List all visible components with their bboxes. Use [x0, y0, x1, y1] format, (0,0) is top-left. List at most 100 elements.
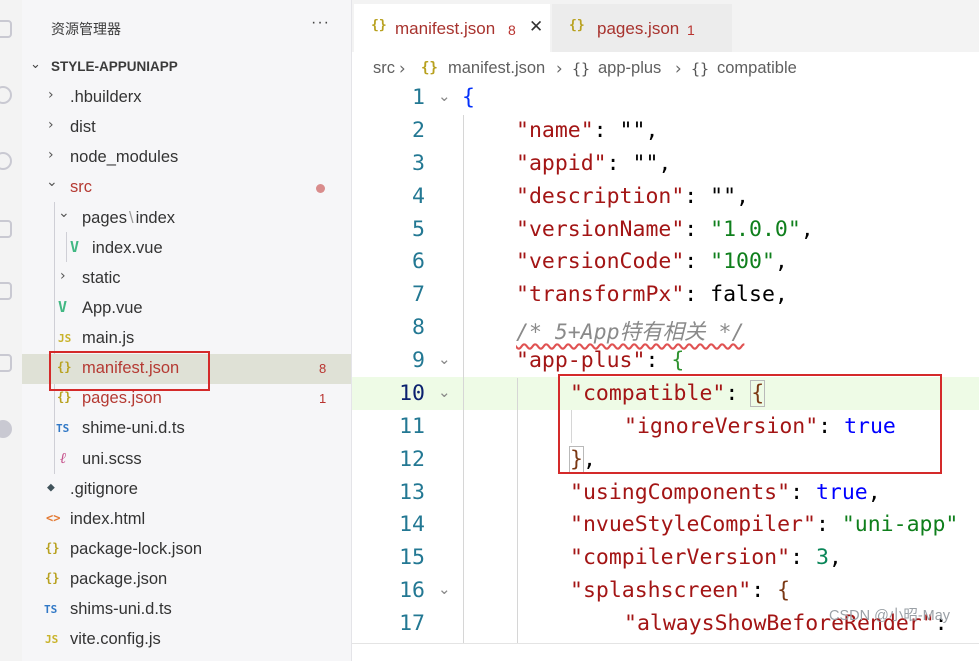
- code-text: "nvueStyleCompiler": "uni-app": [570, 512, 959, 537]
- code-text: "splashscreen": {: [570, 578, 791, 603]
- code-line[interactable]: 14 "nvueStyleCompiler": "uni-app": [352, 509, 979, 542]
- chevron-right-icon: ›: [48, 117, 54, 133]
- account-icon[interactable]: [0, 354, 12, 372]
- run-icon[interactable]: [0, 220, 12, 238]
- tree-item-label: node_modules: [70, 148, 179, 166]
- tree-file-index-vue[interactable]: V index.vue: [22, 234, 351, 264]
- chevron-right-icon: ›: [48, 147, 54, 163]
- tree-file-app-vue[interactable]: V App.vue: [22, 294, 351, 324]
- tree-folder-static[interactable]: › static: [22, 264, 351, 294]
- line-number: 10: [399, 381, 425, 406]
- code-line[interactable]: 2 "name": "",: [352, 115, 979, 148]
- tree-file-uni-scss[interactable]: ℓ uni.scss: [22, 445, 351, 475]
- tree-folder-dist[interactable]: › dist: [22, 113, 351, 143]
- close-icon[interactable]: ✕: [529, 17, 543, 37]
- object-icon: {}: [572, 60, 591, 78]
- code-text: "app-plus": {: [516, 348, 685, 373]
- tree-item-label: package-lock.json: [70, 540, 203, 558]
- tree-item-label: shime-uni.d.ts: [82, 419, 185, 437]
- tree-item-label: App.vue: [82, 299, 143, 317]
- tree-file-shime-uni-d-ts[interactable]: TS shime-uni.d.ts: [22, 414, 351, 444]
- activity-bar: [0, 0, 22, 661]
- line-number: 2: [412, 118, 425, 143]
- tree-file-gitignore[interactable]: ◆ .gitignore: [22, 475, 351, 505]
- tab-manifest-json[interactable]: {} manifest.json 8 ✕: [354, 4, 550, 52]
- tab-label: manifest.json: [395, 19, 496, 38]
- breadcrumb-file[interactable]: manifest.json: [448, 59, 545, 78]
- json-icon: {}: [421, 60, 438, 76]
- line-number: 13: [399, 480, 425, 505]
- watermark: CSDN @小昭-May: [829, 608, 951, 624]
- explorer-panel: 资源管理器 ··· ⌄ STYLE-APPUNIAPP › .hbuilderx…: [22, 0, 352, 661]
- json-icon: {}: [371, 18, 387, 33]
- tree-file-package-lock-json[interactable]: {} package-lock.json: [22, 535, 351, 565]
- more-actions-icon[interactable]: ···: [311, 14, 330, 32]
- fold-chevron-icon[interactable]: ⌄: [438, 383, 451, 401]
- object-icon: {}: [691, 60, 710, 78]
- javascript-icon: JS: [45, 633, 59, 646]
- files-icon[interactable]: [0, 20, 12, 38]
- code-line[interactable]: 5 "versionName": "1.0.0",: [352, 214, 979, 247]
- tree-item-label: index.html: [70, 510, 146, 528]
- fold-chevron-icon[interactable]: ⌄: [438, 87, 451, 105]
- code-line[interactable]: 4 "description": "",: [352, 181, 979, 214]
- typescript-icon: TS: [56, 422, 70, 435]
- line-number: 5: [412, 217, 425, 242]
- line-number: 11: [399, 414, 425, 439]
- tree-item-label: uni.scss: [82, 450, 142, 468]
- breadcrumb-app-plus[interactable]: app-plus: [598, 59, 661, 78]
- source-control-icon[interactable]: [0, 152, 12, 170]
- chevron-down-icon: ⌄: [30, 57, 41, 72]
- code-text: "versionCode": "100",: [516, 249, 788, 274]
- chevron-down-icon: ⌄: [58, 205, 70, 221]
- code-text: "description": "",: [516, 184, 750, 209]
- settings-icon[interactable]: [0, 420, 12, 438]
- code-line[interactable]: 13 "usingComponents": true,: [352, 477, 979, 510]
- tree-folder-hbuilderx[interactable]: › .hbuilderx: [22, 83, 351, 113]
- breadcrumb: src › {} manifest.json › {} app-plus › {…: [352, 54, 979, 82]
- code-line[interactable]: 1 ⌄ {: [352, 82, 979, 115]
- code-line[interactable]: 8 /* 5+App特有相关 */: [352, 312, 979, 345]
- problem-count-badge: 1: [319, 391, 327, 406]
- editor-area: {} manifest.json 8 ✕ {} pages.json 1 src…: [352, 0, 979, 661]
- tree-folder-pages-index[interactable]: ⌄ pages \ index: [22, 204, 351, 234]
- code-line[interactable]: 3 "appid": "",: [352, 148, 979, 181]
- extensions-icon[interactable]: [0, 282, 12, 300]
- tree-item-label: shims-uni.d.ts: [70, 600, 172, 618]
- code-text: "compilerVersion": 3,: [570, 545, 842, 570]
- tree-file-index-html[interactable]: <> index.html: [22, 505, 351, 535]
- html-icon: <>: [46, 511, 61, 525]
- tree-folder-src[interactable]: ⌄ src: [22, 173, 351, 203]
- tree-item-label: static: [82, 269, 121, 287]
- tree-file-main-js[interactable]: JS main.js: [22, 324, 351, 354]
- code-text: "appid": "",: [516, 151, 672, 176]
- tree-item-label: src: [70, 178, 92, 196]
- fold-chevron-icon[interactable]: ⌄: [438, 350, 451, 368]
- chevron-right-icon: ›: [556, 59, 563, 78]
- json-icon: {}: [57, 390, 72, 404]
- tree-folder-node-modules[interactable]: › node_modules: [22, 143, 351, 173]
- tree-file-shims-uni-d-ts[interactable]: TS shims-uni.d.ts: [22, 595, 351, 625]
- project-folder[interactable]: ⌄ STYLE-APPUNIAPP: [22, 54, 352, 80]
- code-text: {: [462, 85, 475, 110]
- search-icon[interactable]: [0, 86, 12, 104]
- tab-pages-json[interactable]: {} pages.json 1: [552, 4, 732, 52]
- tree-item-label: main.js: [82, 329, 135, 347]
- tree-file-package-json[interactable]: {} package.json: [22, 565, 351, 595]
- breadcrumb-src[interactable]: src: [373, 59, 395, 78]
- project-name: STYLE-APPUNIAPP: [51, 59, 178, 74]
- line-number: 15: [399, 545, 425, 570]
- tree-file-vite-config-js[interactable]: JS vite.config.js: [22, 625, 351, 655]
- tree-item-label: pages \ index: [82, 209, 176, 227]
- json-icon: {}: [569, 18, 585, 33]
- line-number: 7: [412, 282, 425, 307]
- json-icon: {}: [45, 541, 60, 555]
- problem-count-badge: 8: [319, 361, 327, 376]
- tree-item-label: index.vue: [92, 239, 163, 257]
- breadcrumb-compatible[interactable]: compatible: [717, 59, 797, 78]
- code-line[interactable]: 7 "transformPx": false,: [352, 279, 979, 312]
- code-line[interactable]: 6 "versionCode": "100",: [352, 246, 979, 279]
- code-line[interactable]: 15 "compilerVersion": 3,: [352, 542, 979, 575]
- fold-chevron-icon[interactable]: ⌄: [438, 580, 451, 598]
- tab-label: pages.json: [597, 19, 680, 38]
